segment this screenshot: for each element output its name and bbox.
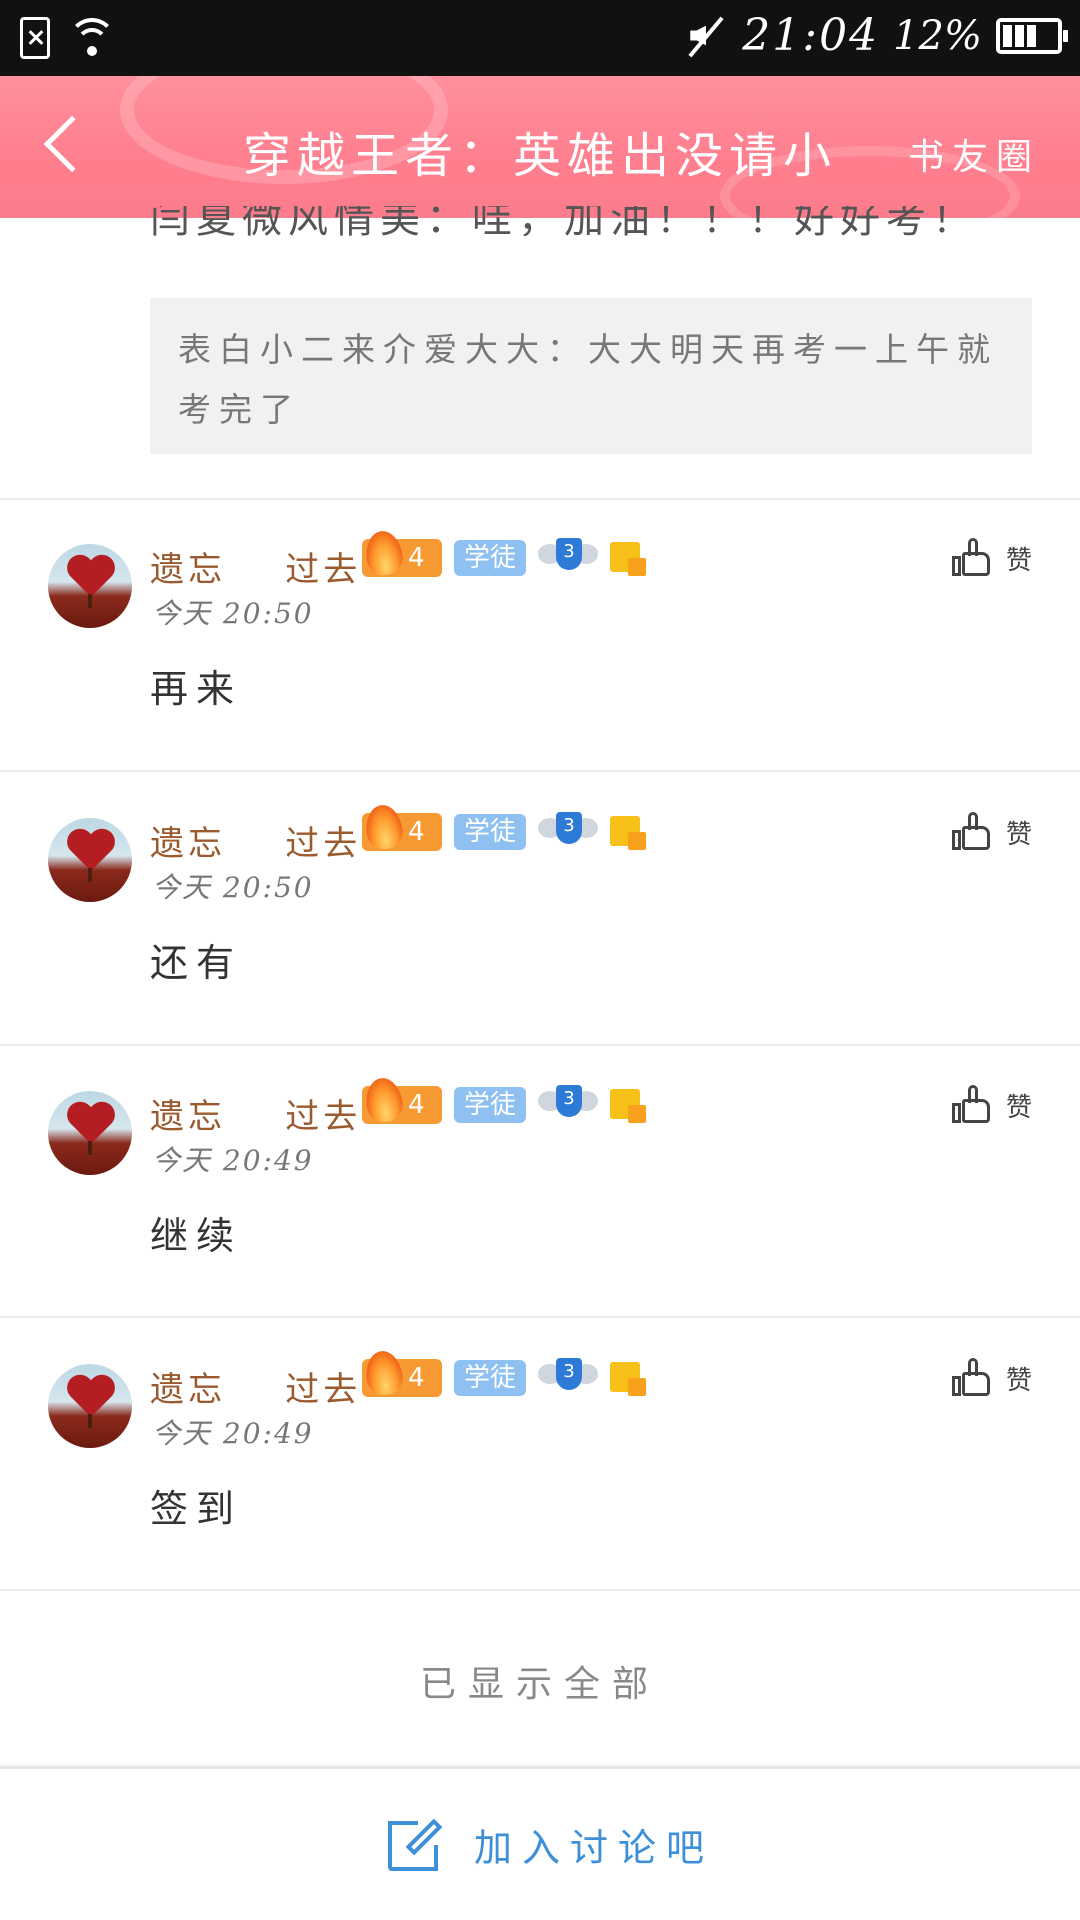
flame-icon (363, 528, 405, 578)
mute-icon (684, 14, 728, 58)
like-label: 赞 (1005, 1092, 1032, 1123)
comment-item: 遗忘 过去 4 学徒 3 今天 20:50 还有 赞 (0, 772, 1080, 1042)
role-badge: 学徒 (454, 540, 527, 576)
thumbs-up-icon (951, 538, 992, 578)
like-button[interactable]: 赞 (951, 538, 1032, 578)
role-badge: 学徒 (454, 814, 527, 850)
book-friends-circle-link[interactable]: 书友圈 (908, 128, 1040, 180)
comment-time: 今天 20:50 (152, 871, 314, 904)
battery-percent: 12% (893, 12, 982, 59)
bottom-bar: 加入讨论吧 (0, 1766, 1080, 1920)
quoted-reply: 表白小二来介爱大大：大大明天再考一上午就考完了 (150, 298, 1032, 454)
role-badge: 学徒 (454, 1360, 527, 1396)
comment-item: 遗忘 过去 4 学徒 3 今天 20:49 继续 赞 (0, 1045, 1080, 1315)
back-arrow-icon[interactable] (43, 115, 101, 173)
fan-level-badge: 4 (362, 1075, 442, 1125)
status-time: 21:04 (742, 10, 880, 61)
page-title: 穿越王者：英雄出没请小 (242, 128, 837, 184)
username[interactable]: 遗忘 过去 (150, 1089, 361, 1138)
all-loaded-notice: 已显示全部 (419, 1664, 660, 1705)
username[interactable]: 遗忘 过去 (150, 542, 361, 591)
like-label: 赞 (1005, 545, 1032, 576)
no-sim-icon (20, 17, 50, 59)
fan-level-badge: 4 (362, 528, 442, 578)
edit-icon (388, 1815, 446, 1873)
comment-time: 今天 20:49 (152, 1144, 314, 1177)
join-discussion-button[interactable]: 加入讨论吧 (388, 1815, 714, 1873)
flame-icon (363, 1348, 405, 1398)
role-badge: 学徒 (454, 1087, 527, 1123)
avatar[interactable] (48, 818, 132, 902)
thumbs-up-icon (951, 812, 992, 852)
comment-text: 继续 (150, 1214, 243, 1258)
battery-icon (996, 17, 1068, 54)
thumbs-up-icon (951, 1085, 992, 1125)
flame-icon (363, 1075, 405, 1125)
top-nav-bar: 穿越王者：英雄出没请小 书友圈 (0, 76, 1080, 218)
divider (0, 1589, 1080, 1591)
monthly-book-icon (610, 1087, 647, 1123)
wifi-icon (66, 16, 118, 60)
flame-icon (363, 802, 405, 852)
comment-text: 签到 (150, 1487, 243, 1531)
avatar[interactable] (48, 1364, 132, 1448)
previous-reply-text: 闫夏微风情美：哇，加油！！！好好考！ (150, 206, 978, 236)
join-discussion-label: 加入讨论吧 (474, 1825, 715, 1870)
username[interactable]: 遗忘 过去 (150, 816, 361, 865)
like-button[interactable]: 赞 (951, 812, 1032, 852)
monthly-book-icon (610, 814, 647, 850)
comment-time: 今天 20:49 (152, 1417, 314, 1450)
comment-item: 遗忘 过去 4 学徒 3 今天 20:49 签到 赞 (0, 1318, 1080, 1588)
like-button[interactable]: 赞 (951, 1085, 1032, 1125)
quoted-reply-text: 表白小二来介爱大大：大大明天再考一上午就考完了 (178, 330, 998, 429)
avatar[interactable] (48, 1091, 132, 1175)
shield-wings-icon: 3 (538, 812, 599, 852)
thumbs-up-icon (951, 1358, 992, 1398)
comment-text: 还有 (150, 941, 243, 985)
comment-item: 遗忘 过去 4 学徒 3 今天 20:50 再来 赞 (0, 498, 1080, 768)
like-button[interactable]: 赞 (951, 1358, 1032, 1398)
monthly-book-icon (610, 540, 647, 576)
like-label: 赞 (1005, 1365, 1032, 1396)
comment-time: 今天 20:50 (152, 597, 314, 630)
status-bar: 21:04 12% (0, 0, 1080, 76)
shield-wings-icon: 3 (538, 1358, 599, 1398)
fan-level-badge: 4 (362, 802, 442, 852)
shield-wings-icon: 3 (538, 538, 599, 578)
monthly-book-icon (610, 1360, 647, 1396)
username[interactable]: 遗忘 过去 (150, 1362, 361, 1411)
like-label: 赞 (1005, 819, 1032, 850)
shield-wings-icon: 3 (538, 1085, 599, 1125)
comment-text: 再来 (150, 667, 243, 711)
fan-level-badge: 4 (362, 1348, 442, 1398)
avatar[interactable] (48, 544, 132, 628)
